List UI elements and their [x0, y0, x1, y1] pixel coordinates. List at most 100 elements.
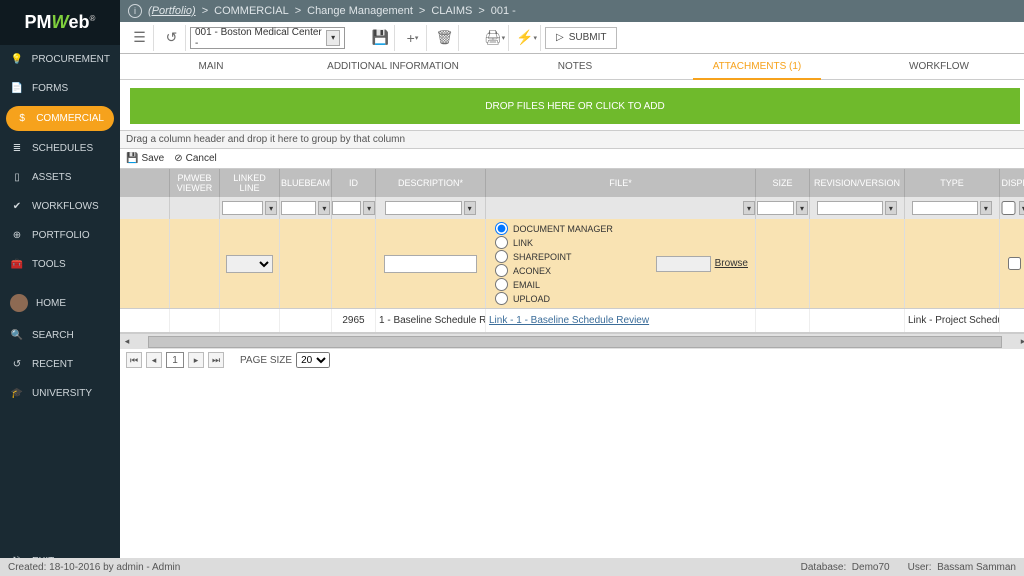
radio-email[interactable]: EMAIL	[495, 278, 656, 291]
column-header[interactable]: PMWEB VIEWER	[170, 169, 220, 197]
filter-icon[interactable]: ▾	[1019, 201, 1024, 215]
group-bar[interactable]: Drag a column header and drop it here to…	[120, 131, 1024, 149]
breadcrumb-change[interactable]: Change Management	[307, 5, 413, 17]
radio-document-manager[interactable]: DOCUMENT MANAGER	[495, 222, 656, 235]
filter-icon[interactable]: ▾	[980, 201, 992, 215]
page-number[interactable]: 1	[166, 352, 184, 368]
sidebar-item-schedules[interactable]: ≣SCHEDULES	[0, 134, 120, 163]
page-size-select[interactable]: 20	[296, 352, 330, 368]
sidebar-item-search[interactable]: 🔍SEARCH	[0, 321, 120, 350]
radio-upload[interactable]: UPLOAD	[495, 292, 656, 305]
horizontal-scrollbar[interactable]: ◂ ▸	[120, 333, 1024, 349]
breadcrumb-claims[interactable]: CLAIMS	[431, 5, 472, 17]
prev-page-button[interactable]: ◂	[146, 352, 162, 368]
sidebar-item-commercial[interactable]: $COMMERCIAL	[6, 106, 114, 131]
column-header[interactable]: FILE*	[486, 169, 756, 197]
status-db: Demo70	[852, 562, 890, 573]
filter-icon[interactable]: ▾	[743, 201, 755, 215]
column-header[interactable]: LINKED LINE	[220, 169, 280, 197]
tab-workflow[interactable]: WORKFLOW	[848, 54, 1024, 79]
cancel-button[interactable]: ⊘Cancel	[174, 153, 217, 164]
breadcrumb-portfolio[interactable]: (Portfolio)	[148, 5, 196, 17]
column-header[interactable]: SIZE	[756, 169, 810, 197]
radio-input[interactable]	[495, 236, 508, 249]
list-icon[interactable]: ☰	[126, 25, 154, 51]
sidebar-item-recent[interactable]: ↺RECENT	[0, 350, 120, 379]
filter-input[interactable]	[281, 201, 317, 215]
filter-input[interactable]	[817, 201, 883, 215]
sidebar-item-assets[interactable]: ▯ASSETS	[0, 163, 120, 192]
info-icon[interactable]: i	[128, 4, 142, 18]
filter-input[interactable]	[757, 201, 794, 215]
browse-link[interactable]: Browse	[715, 258, 748, 269]
nav-icon: 🧰	[10, 259, 24, 270]
column-header[interactable]: TYPE	[905, 169, 1000, 197]
column-header[interactable]: DISPL	[1000, 169, 1024, 197]
tab-attachments-[interactable]: ATTACHMENTS (1)	[666, 54, 848, 79]
sidebar-item-forms[interactable]: 📄FORMS	[0, 74, 120, 103]
column-header[interactable]	[120, 169, 170, 197]
sidebar-item-label: WORKFLOWS	[32, 201, 99, 212]
tab-notes[interactable]: NOTES	[484, 54, 666, 79]
radio-input[interactable]	[495, 250, 508, 263]
filter-checkbox[interactable]	[1000, 201, 1017, 215]
radio-input[interactable]	[495, 222, 508, 235]
linked-line-select[interactable]	[226, 255, 274, 273]
action-icon[interactable]: ⚡▾	[513, 25, 541, 51]
sidebar-item-tools[interactable]: 🧰TOOLS	[0, 250, 120, 279]
column-header[interactable]: DESCRIPTION*	[376, 169, 486, 197]
filter-input[interactable]	[912, 201, 978, 215]
sidebar-item-label: SEARCH	[32, 330, 74, 341]
sidebar-item-workflows[interactable]: ✔WORKFLOWS	[0, 192, 120, 221]
scroll-left-icon[interactable]: ◂	[120, 335, 134, 349]
sidebar-item-home[interactable]: HOME	[0, 285, 120, 321]
column-header[interactable]: ID	[332, 169, 376, 197]
scroll-right-icon[interactable]: ▸	[1016, 335, 1024, 349]
filter-input[interactable]	[385, 201, 461, 215]
filter-cell	[170, 197, 220, 219]
column-header[interactable]: REVISION/VERSION	[810, 169, 905, 197]
column-header[interactable]: BLUEBEAM	[280, 169, 332, 197]
radio-input[interactable]	[495, 278, 508, 291]
tab-main[interactable]: MAIN	[120, 54, 302, 79]
filter-icon[interactable]: ▾	[265, 201, 277, 215]
radio-aconex[interactable]: ACONEX	[495, 264, 656, 277]
display-checkbox[interactable]	[1008, 257, 1021, 270]
filter-input[interactable]	[222, 201, 263, 215]
print-icon[interactable]: 🖨▾	[481, 25, 509, 51]
sidebar-item-procurement[interactable]: 💡PROCUREMENT	[0, 45, 120, 74]
radio-input[interactable]	[495, 264, 508, 277]
filter-icon[interactable]: ▾	[318, 201, 330, 215]
breadcrumb-commercial[interactable]: COMMERCIAL	[214, 5, 289, 17]
save-button[interactable]: 💾Save	[126, 153, 164, 164]
dropzone[interactable]: DROP FILES HERE OR CLICK TO ADD	[130, 88, 1020, 124]
submit-button[interactable]: ▷ SUBMIT	[545, 27, 617, 49]
cell-id: 2965	[332, 309, 376, 332]
sidebar-item-label: PROCUREMENT	[32, 54, 110, 65]
filter-icon[interactable]: ▾	[885, 201, 897, 215]
last-page-button[interactable]: ⏭	[208, 352, 224, 368]
filter-icon[interactable]: ▾	[796, 201, 808, 215]
table-row[interactable]: 2965 1 - Baseline Schedule Review Link -…	[120, 309, 1024, 333]
attachments-grid: PMWEB VIEWERLINKED LINEBLUEBEAMIDDESCRIP…	[120, 169, 1024, 371]
radio-link[interactable]: LINK	[495, 236, 656, 249]
filter-input[interactable]	[332, 201, 361, 215]
first-page-button[interactable]: ⏮	[126, 352, 142, 368]
breadcrumb-record[interactable]: 001 -	[491, 5, 516, 17]
tab-additional-information[interactable]: ADDITIONAL INFORMATION	[302, 54, 484, 79]
delete-icon[interactable]: 🗑	[431, 25, 459, 51]
radio-sharepoint[interactable]: SHAREPOINT	[495, 250, 656, 263]
add-icon[interactable]: +▾	[399, 25, 427, 51]
history-icon[interactable]: ↺	[158, 25, 186, 51]
next-page-button[interactable]: ▸	[188, 352, 204, 368]
project-dropdown[interactable]: 001 - Boston Medical Center - ▾	[190, 27, 345, 49]
file-link[interactable]: Link - 1 - Baseline Schedule Review	[489, 315, 649, 326]
filter-icon[interactable]: ▾	[464, 201, 476, 215]
save-icon[interactable]: 💾	[367, 25, 395, 51]
description-input[interactable]	[384, 255, 477, 273]
scrollbar-track[interactable]	[148, 336, 1002, 348]
filter-icon[interactable]: ▾	[363, 201, 375, 215]
radio-input[interactable]	[495, 292, 508, 305]
sidebar-item-university[interactable]: 🎓UNIVERSITY	[0, 379, 120, 408]
sidebar-item-portfolio[interactable]: ⊕PORTFOLIO	[0, 221, 120, 250]
